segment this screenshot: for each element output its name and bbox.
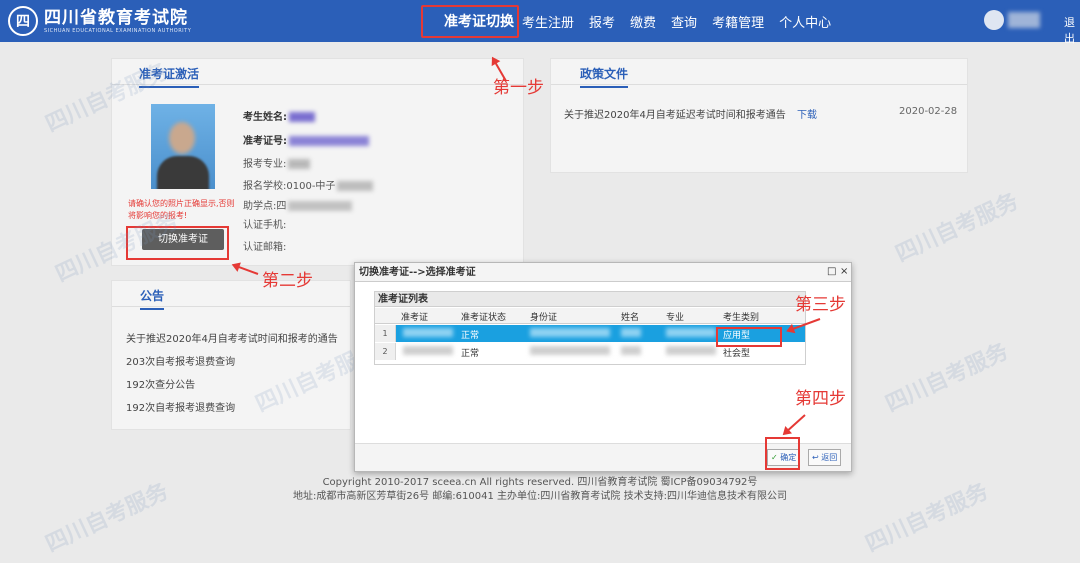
info-phone: 认证手机:	[243, 220, 287, 231]
notice-item[interactable]: 203次自考报考退费查询	[126, 353, 235, 368]
return-icon: ↩	[812, 453, 819, 462]
col-major[interactable]: 专业	[666, 310, 684, 323]
step1-highlight-box	[421, 5, 519, 38]
info-assist: 助学点:四	[243, 197, 353, 212]
maximize-icon[interactable]: □	[827, 266, 836, 277]
col-ticket[interactable]: 准考证	[401, 310, 428, 323]
nav-query[interactable]: 查询	[671, 12, 697, 31]
step4-highlight-box	[765, 437, 800, 470]
policy-item-date: 2020-02-28	[899, 106, 958, 117]
tab-policy[interactable]: 政策文件	[580, 65, 629, 88]
info-email: 认证邮箱:	[243, 242, 287, 253]
candidate-photo	[151, 104, 215, 189]
top-header: 四 四川省教育考试院 SICHUAN EDUCATIONAL EXAMINATI…	[0, 0, 1080, 45]
col-status[interactable]: 准考证状态	[461, 310, 506, 323]
notice-panel: 公告 关于推迟2020年4月自考考试时间和报考的通告 203次自考报考退费查询 …	[111, 280, 351, 430]
policy-download-link[interactable]: 下载	[797, 106, 817, 121]
logout-link[interactable]: 退出	[1064, 14, 1080, 46]
nav-personal[interactable]: 个人中心	[779, 12, 831, 31]
tab-notice[interactable]: 公告	[140, 287, 165, 310]
row-status: 正常	[461, 349, 480, 359]
col-category[interactable]: 考生类别	[723, 310, 759, 323]
logo-subtitle: SICHUAN EDUCATIONAL EXAMINATION AUTHORIT…	[44, 27, 192, 34]
step2-label: 第二步	[262, 271, 313, 291]
notice-item[interactable]: 192次查分公告	[126, 376, 195, 391]
user-menu[interactable]	[984, 10, 1040, 30]
col-idcard[interactable]: 身份证	[530, 310, 557, 323]
nav-apply[interactable]: 报考	[589, 12, 615, 31]
info-ticket: 准考证号:	[243, 132, 369, 147]
grid-title: 准考证列表	[375, 292, 805, 307]
close-icon[interactable]: ×	[840, 266, 848, 277]
logo-emblem-icon: 四	[8, 6, 38, 36]
step4-label: 第四步	[795, 389, 846, 409]
dialog-title: 切换准考证-->选择准考证	[355, 263, 851, 282]
nav-register[interactable]: 考生注册	[522, 12, 574, 31]
info-major: 报考专业:	[243, 155, 311, 170]
row-category: 社会型	[723, 349, 751, 359]
step1-label: 第一步	[493, 78, 544, 98]
avatar	[984, 10, 1004, 30]
info-name: 考生姓名:	[243, 108, 315, 123]
nav-payment[interactable]: 缴费	[630, 12, 656, 31]
back-button[interactable]: ↩ 返回	[808, 449, 842, 466]
notice-item[interactable]: 关于推迟2020年4月自考考试时间和报考的通告	[126, 330, 338, 345]
user-name-blurred	[1008, 12, 1040, 28]
policy-panel: 政策文件 关于推迟2020年4月自考延迟考试时间和报考通告 下载 2020-02…	[550, 58, 968, 173]
watermark: 四川自考服务	[881, 339, 1013, 418]
policy-item-title[interactable]: 关于推迟2020年4月自考延迟考试时间和报考通告	[564, 106, 786, 121]
row-status: 正常	[461, 331, 480, 341]
step3-highlight-box	[716, 327, 782, 347]
logo-title: 四川省教育考试院	[44, 7, 188, 28]
nav-record[interactable]: 考籍管理	[712, 12, 764, 31]
notice-item[interactable]: 192次自考报考退费查询	[126, 399, 235, 414]
watermark: 四川自考服务	[891, 189, 1023, 268]
step3-label: 第三步	[795, 295, 846, 315]
col-name[interactable]: 姓名	[621, 310, 639, 323]
info-school: 报名学校:0100-中子	[243, 177, 374, 192]
site-logo[interactable]: 四 四川省教育考试院 SICHUAN EDUCATIONAL EXAMINATI…	[8, 6, 191, 36]
grid-header: 准考证 准考证状态 身份证 姓名 专业 考生类别	[375, 308, 805, 324]
